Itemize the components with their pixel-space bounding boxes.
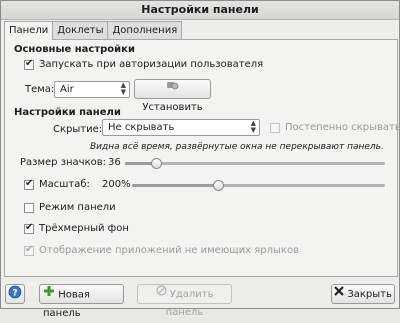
delete-panel-button[interactable]: Удалить панель (137, 284, 232, 318)
panel-mode-label: Режим панели (39, 202, 116, 213)
delete-panel-label: Удалить панель (165, 289, 214, 318)
install-label: Установить (142, 102, 203, 113)
scale-label: Масштаб: (39, 179, 90, 190)
icon-size-slider[interactable] (125, 158, 385, 169)
panel-settings-heading: Настройки панели (14, 107, 121, 118)
install-theme-button[interactable]: Установить (134, 79, 211, 113)
threed-background-label: Трёхмерный фон (39, 223, 129, 234)
scale-slider-handle[interactable] (213, 180, 224, 191)
icon-size-value: 36 (108, 157, 121, 168)
show-unpinned-apps-checkbox[interactable] (24, 244, 34, 256)
svg-text:?: ? (12, 289, 17, 299)
plus-icon (43, 285, 55, 304)
show-unpinned-apps-label: Отображение приложений не имеющих ярлыко… (39, 245, 299, 256)
icon-size-label: Размер значков: (20, 157, 107, 168)
gradual-hide-label: Постепенно скрывать (285, 122, 400, 133)
close-icon (334, 285, 344, 303)
new-panel-button[interactable]: Новая панель (39, 284, 124, 319)
scale-slider-fill (132, 184, 218, 187)
scale-value: 200% (102, 179, 131, 190)
theme-label: Тема: (25, 84, 55, 95)
combo-arrows-icon: ▲ ▼ (120, 81, 126, 96)
preferences-window: Настройки панели Панели Доклеты Дополнен… (0, 0, 400, 319)
theme-combo[interactable]: Air ▲ ▼ (54, 81, 130, 98)
window-title: Настройки панели (1, 1, 399, 20)
scale-slider[interactable] (132, 180, 385, 191)
scale-checkbox[interactable] (24, 178, 34, 190)
panel-mode-checkbox[interactable] (24, 203, 34, 213)
tab-bar: Панели Доклеты Дополнения (4, 21, 183, 40)
basic-settings-heading: Основные настройки (14, 44, 135, 55)
autostart-checkbox[interactable] (24, 58, 34, 70)
icon-size-slider-handle[interactable] (151, 158, 162, 169)
tab-addons[interactable]: Дополнения (107, 21, 183, 39)
hide-mode-hint: Видна всё время, развёрнутые окна не пер… (90, 142, 384, 152)
combo-arrows-icon: ▲ ▼ (250, 119, 256, 134)
tab-docklets[interactable]: Доклеты (52, 21, 109, 39)
close-button[interactable]: Закрыть (331, 284, 395, 304)
close-label: Закрыть (347, 289, 392, 300)
help-icon: ? (8, 285, 22, 306)
hide-mode-combo[interactable]: Не скрывать ▲ ▼ (102, 119, 260, 136)
install-icon (166, 80, 179, 98)
no-entry-icon (155, 285, 167, 303)
theme-value: Air (60, 84, 74, 95)
tab-content: Основные настройки Запускать при авториз… (4, 39, 400, 277)
help-button[interactable]: ? (5, 284, 25, 304)
tab-panels[interactable]: Панели (4, 21, 54, 40)
threed-background-checkbox[interactable] (24, 222, 34, 234)
hide-mode-value: Не скрывать (108, 122, 175, 133)
hide-label: Скрытие: (53, 124, 103, 135)
autostart-label: Запускать при авторизации пользователя (39, 59, 264, 70)
gradual-hide-checkbox[interactable] (270, 123, 280, 133)
